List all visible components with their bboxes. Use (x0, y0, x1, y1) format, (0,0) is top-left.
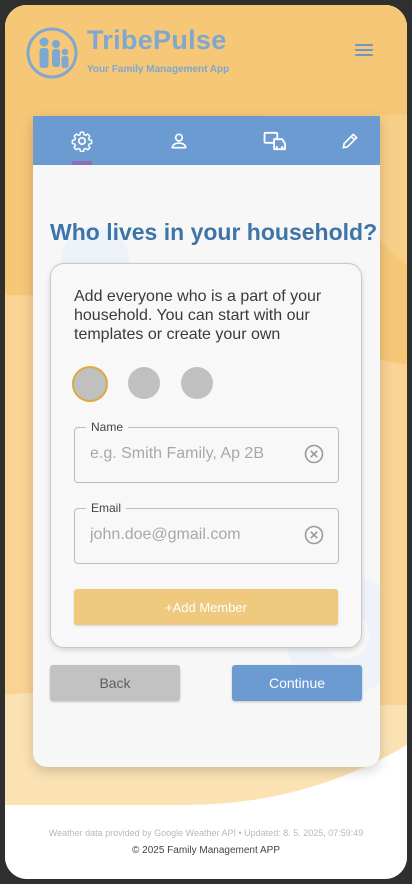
back-button[interactable]: Back (50, 665, 180, 701)
app-title: TribePulse (87, 25, 227, 55)
clear-icon[interactable] (304, 525, 324, 545)
devices-icon (263, 131, 286, 150)
phone-frame: TribePulse Your Family Management App Wh… (0, 0, 412, 884)
app-header: TribePulse Your Family Management App (5, 5, 407, 105)
hamburger-menu-button[interactable] (352, 38, 376, 62)
family-logo-icon (26, 27, 78, 79)
tab-devices[interactable] (250, 116, 300, 165)
app-screen: TribePulse Your Family Management App Wh… (5, 5, 407, 879)
form-description: Add everyone who is a part of your house… (74, 288, 322, 343)
name-field[interactable]: Name (74, 420, 339, 483)
weather-attribution: Weather data provided by Google Weather … (48, 828, 364, 838)
page-title: Who lives in your household? (50, 219, 378, 245)
hamburger-icon (355, 44, 373, 46)
name-input[interactable] (90, 428, 295, 480)
continue-button[interactable]: Continue (232, 665, 362, 701)
add-member-button[interactable]: +Add Member (74, 589, 338, 625)
color-swatch[interactable] (72, 366, 108, 402)
email-field[interactable]: Email (74, 501, 339, 564)
clear-icon[interactable] (304, 444, 324, 464)
app-subtitle: Your Family Management App (87, 64, 230, 75)
email-input[interactable] (90, 509, 295, 561)
household-form-panel: Add everyone who is a part of your house… (50, 263, 362, 648)
tab-members[interactable] (154, 116, 204, 165)
active-tab-indicator (72, 161, 92, 165)
copyright-text: © 2025 Family Management APP (132, 845, 280, 856)
tab-settings[interactable] (57, 116, 107, 165)
pencil-icon (342, 133, 358, 148)
color-swatch[interactable] (181, 367, 213, 399)
gear-icon (71, 131, 93, 152)
step-tabbar (33, 116, 380, 165)
person-icon (171, 133, 187, 148)
color-swatch[interactable] (128, 367, 160, 399)
tab-edit[interactable] (325, 116, 375, 165)
onboarding-card: Who lives in your household? Add everyon… (33, 116, 380, 767)
